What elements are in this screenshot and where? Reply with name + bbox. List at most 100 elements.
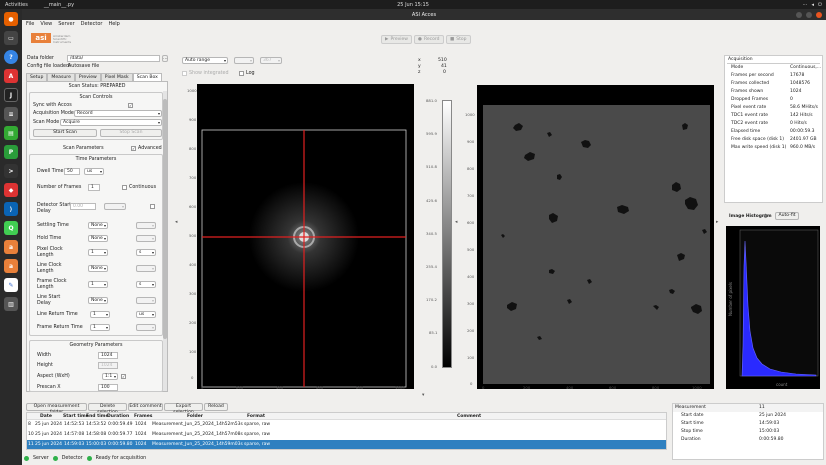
scan-image[interactable] <box>477 85 714 389</box>
menu-file[interactable]: File <box>26 21 34 27</box>
collapse-bottom-arrow[interactable]: ▾ <box>422 393 424 398</box>
hold-select[interactable]: None <box>88 235 108 242</box>
red-app-icon[interactable]: ◆ <box>4 183 18 197</box>
menu-server[interactable]: Server <box>58 21 74 27</box>
clock[interactable]: 25 Jun 15:15 <box>397 2 429 8</box>
diffraction-image[interactable] <box>197 84 414 389</box>
show-integrated-checkbox[interactable] <box>182 71 187 76</box>
tab-scan-box[interactable]: Scan Box <box>132 73 162 81</box>
asi-app-icon[interactable]: a <box>4 240 18 254</box>
pixclk-select[interactable]: 1 <box>88 249 108 256</box>
settling-select[interactable]: None <box>88 222 108 229</box>
minimize-button[interactable] <box>796 11 802 18</box>
hold-unit-select[interactable] <box>136 235 156 242</box>
range-min-field[interactable] <box>234 57 254 64</box>
splitter-arrow[interactable]: ◂ <box>455 220 457 225</box>
linereturn-unit-select[interactable]: us <box>136 311 156 318</box>
aspect-checkbox[interactable]: ✓ <box>121 374 126 379</box>
activities-button[interactable]: Activities <box>5 2 28 8</box>
framereturn-select[interactable]: 1 <box>90 324 110 331</box>
lineclk-unit-select[interactable] <box>136 265 156 272</box>
det-delay-field[interactable]: 0.00 <box>70 203 96 210</box>
acq-mode-label: Acquisition Mode <box>33 111 74 116</box>
table-row[interactable]: 8 25 jun 2024 14:52:53 14:53:52 0:00:59.49 10… <box>27 420 666 429</box>
tab-measure[interactable]: Measure <box>47 73 75 81</box>
linereturn-select[interactable]: 1 <box>90 311 110 318</box>
start-scan-button[interactable]: Start Scan <box>33 129 97 137</box>
width-field[interactable]: 1024 <box>98 352 118 359</box>
acq-mode-select[interactable]: Record <box>74 110 162 117</box>
range-max-field[interactable]: 367 <box>260 57 282 64</box>
auto-fit-button[interactable]: Auto-fit <box>775 212 799 220</box>
volume-icon: ◂ <box>811 1 815 8</box>
height-field[interactable]: 1024 <box>98 362 118 369</box>
dwell-unit-select[interactable]: us <box>84 168 104 175</box>
export-selection-button[interactable]: Export selection <box>164 403 203 415</box>
active-app-label[interactable]: __main__.py <box>44 2 74 8</box>
pixclk-unit-select[interactable]: s <box>136 249 156 256</box>
preview-button[interactable]: ▶ Preview <box>381 35 412 44</box>
files-icon[interactable]: ▭ <box>4 31 18 45</box>
stop-scan-button[interactable]: Stop Scan <box>100 129 162 137</box>
text-editor-icon[interactable]: ✎ <box>4 278 18 292</box>
frameclk-unit-select[interactable]: s <box>136 281 156 288</box>
prescan-field[interactable]: 100 <box>98 384 118 391</box>
system-tray[interactable]: ⋯ ◂ ⏻ <box>803 2 822 8</box>
left-panel-scrollbar[interactable] <box>163 91 167 391</box>
tab-setup[interactable]: Setup <box>26 73 48 81</box>
help-icon[interactable]: ? <box>4 50 18 64</box>
continuous-checkbox[interactable] <box>122 185 127 190</box>
linestart-unit-select[interactable] <box>136 297 156 304</box>
collapse-left-arrow[interactable]: ◂ <box>175 220 177 225</box>
record-button[interactable]: ● Record <box>414 35 444 44</box>
vscode-icon[interactable]: ⟩ <box>4 202 18 216</box>
frameclk-select[interactable]: 1 <box>88 281 108 288</box>
stop-button[interactable]: ■ Stop <box>446 35 471 44</box>
trash-icon[interactable]: ▥ <box>4 297 18 311</box>
reload-button[interactable]: Reload <box>204 403 228 411</box>
software-icon[interactable]: A <box>4 69 18 83</box>
dwell-field[interactable]: 50 <box>64 168 80 175</box>
maximize-button[interactable] <box>806 11 812 18</box>
menu-detector[interactable]: Detector <box>81 21 103 27</box>
intensity-colorbar[interactable] <box>442 100 452 368</box>
network-app-icon[interactable]: ▤ <box>4 126 18 140</box>
collapse-right-arrow[interactable]: ▸ <box>716 220 718 225</box>
tab-preview[interactable]: Preview <box>74 73 101 81</box>
tab-pixel-mask[interactable]: Pixel Mask <box>100 73 133 81</box>
settling-unit-select[interactable] <box>136 222 156 229</box>
asi-app-2-icon[interactable]: a <box>4 259 18 273</box>
data-folder-field[interactable]: /data/ <box>67 55 160 62</box>
linestart-select[interactable]: None <box>88 297 108 304</box>
det-delay-checkbox[interactable] <box>150 204 155 209</box>
document-icon[interactable]: ≡ <box>4 107 18 121</box>
menu-help[interactable]: Help <box>108 21 119 27</box>
delete-selection-button[interactable]: Delete selection <box>88 403 127 415</box>
scan-mode-select[interactable]: Acquire <box>60 119 162 126</box>
sync-checkbox[interactable]: ✓ <box>128 103 133 108</box>
framereturn-unit-select[interactable] <box>136 324 156 331</box>
open-measurement-folder-button[interactable]: Open measurement folder <box>26 403 87 415</box>
table-row-selected[interactable]: 11 25 jun 2024 14:59:03 15:00:03 0:00:59.80 1… <box>27 440 666 449</box>
qt-icon[interactable]: Q <box>4 221 18 235</box>
lineclk-select[interactable]: None <box>88 265 108 272</box>
firefox-icon[interactable]: ● <box>4 12 18 26</box>
pycharm-icon[interactable]: P <box>4 145 18 159</box>
menu-view[interactable]: View <box>40 21 52 27</box>
terminal-icon[interactable]: > <box>4 164 18 178</box>
browse-folder-button[interactable]: … <box>162 55 168 62</box>
ready-status: Ready for acquisition <box>95 455 147 461</box>
table-row[interactable]: 10 25 jun 2024 14:57:08 14:58:08 0:00:59.77 1… <box>27 430 666 439</box>
aspect-select[interactable]: 1:1 <box>102 373 118 380</box>
close-button[interactable] <box>816 11 822 18</box>
ide-icon[interactable]: J <box>4 88 18 102</box>
frames-field[interactable]: 1 <box>88 184 100 191</box>
acquisition-title: Acquisition <box>728 57 753 62</box>
log-checkbox[interactable] <box>239 71 244 76</box>
advanced-checkbox[interactable]: ✓ <box>131 146 136 151</box>
edit-comment-button[interactable]: Edit comment <box>128 403 163 411</box>
det-delay-unit-select[interactable] <box>104 203 126 210</box>
image-histogram[interactable]: Number of pixels count <box>726 226 820 389</box>
histogram-settings-icon[interactable]: ⚙ <box>763 213 768 220</box>
range-select[interactable]: Auto range <box>182 57 228 64</box>
